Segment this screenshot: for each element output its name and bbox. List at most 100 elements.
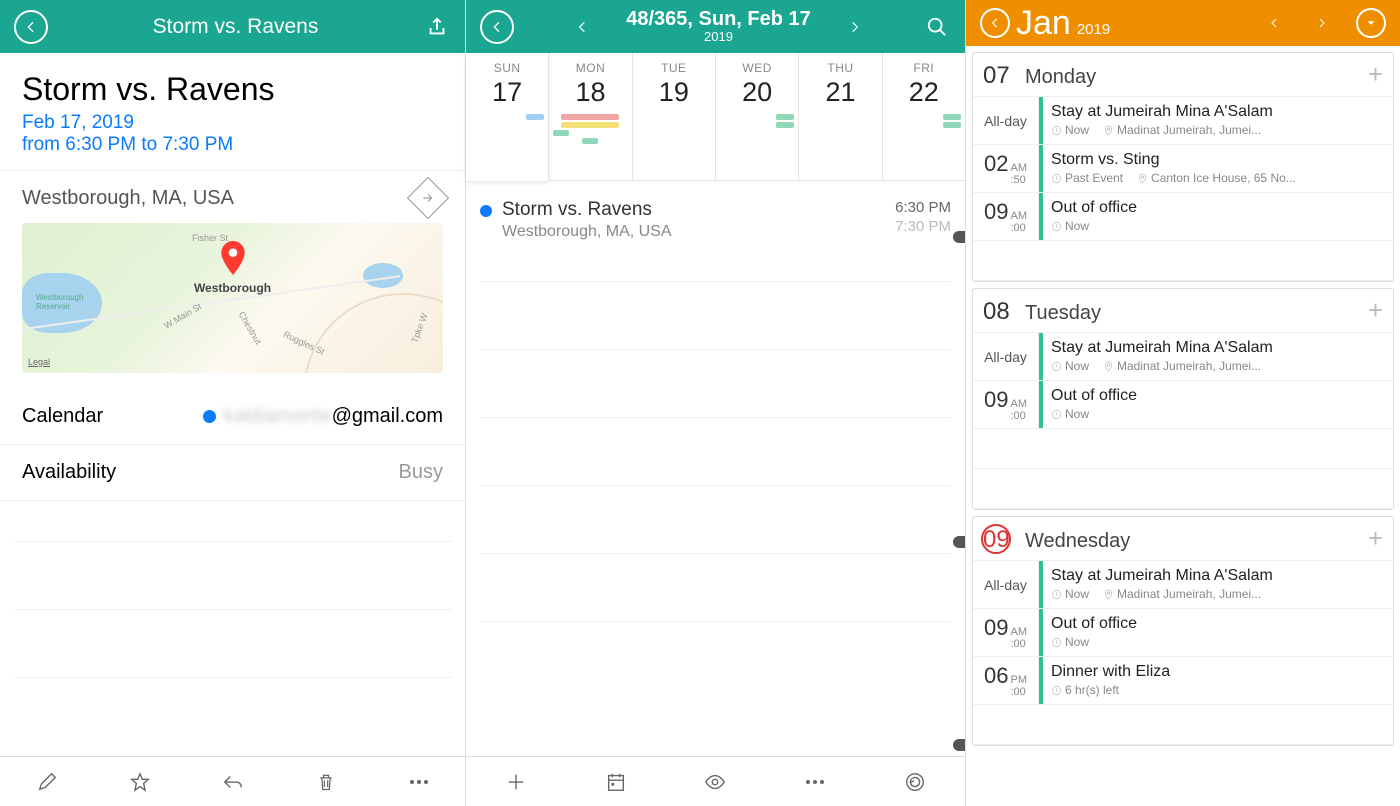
day-header: 48/365, Sun, Feb 17 2019 bbox=[466, 0, 965, 53]
agenda-event-title: Dinner with Eliza bbox=[1051, 663, 1385, 681]
scroll-knob[interactable] bbox=[953, 536, 965, 548]
agenda-header: Jan 2019 bbox=[966, 0, 1400, 46]
add-event-icon[interactable]: + bbox=[1368, 59, 1383, 90]
agenda-meta: Now bbox=[1051, 407, 1089, 421]
day-tab[interactable]: FRI 22 bbox=[883, 53, 965, 180]
map-label: Westborough bbox=[194, 281, 271, 295]
day-of-week: MON bbox=[549, 61, 631, 75]
event-chip bbox=[553, 130, 569, 136]
map-legal-link[interactable]: Legal bbox=[28, 357, 50, 367]
event-color-dot bbox=[480, 205, 492, 217]
agenda-day-name: Wednesday bbox=[1025, 530, 1356, 553]
day-event-row[interactable]: Storm vs. Ravens Westborough, MA, USA 6:… bbox=[466, 181, 965, 241]
dropdown-icon[interactable] bbox=[1356, 8, 1386, 38]
day-number: 19 bbox=[633, 77, 715, 108]
week-day-tabs: SUN17MON18TUE 19WED20THU21FRI 22 bbox=[466, 53, 965, 181]
day-event-end: 7:30 PM bbox=[895, 218, 951, 235]
trash-icon[interactable] bbox=[312, 768, 340, 796]
day-of-week: FRI bbox=[883, 61, 965, 75]
eye-icon[interactable] bbox=[701, 768, 729, 796]
day-tab[interactable]: THU21 bbox=[799, 53, 882, 180]
agenda-event-row[interactable]: 09AM:00Out of officeNow bbox=[973, 609, 1393, 657]
add-event-icon[interactable]: + bbox=[1368, 523, 1383, 554]
agenda-meta: Past Event bbox=[1051, 171, 1123, 185]
agenda-time: 09AM:00 bbox=[973, 193, 1039, 240]
more-icon[interactable] bbox=[801, 768, 829, 796]
more-icon[interactable] bbox=[405, 768, 433, 796]
agenda-day-group: 09 Wednesday + All-day Stay at Jumeirah Mina… bbox=[972, 516, 1394, 746]
day-number: 17 bbox=[466, 77, 548, 108]
add-event-icon[interactable]: + bbox=[1368, 295, 1383, 326]
agenda-time: All-day bbox=[973, 97, 1039, 144]
prev-month-icon[interactable] bbox=[1260, 9, 1288, 37]
edit-icon[interactable] bbox=[33, 768, 61, 796]
agenda-event-row[interactable]: All-day Stay at Jumeirah Mina A'Salam Now M… bbox=[973, 333, 1393, 381]
calendar-icon[interactable] bbox=[602, 768, 630, 796]
agenda-meta: Canton Ice House, 65 No... bbox=[1137, 171, 1296, 185]
day-of-week: TUE bbox=[633, 61, 715, 75]
event-header: Storm vs. Ravens bbox=[0, 0, 465, 53]
event-chip bbox=[561, 122, 619, 128]
directions-icon[interactable] bbox=[407, 177, 449, 219]
availability-row[interactable]: Availability Busy bbox=[0, 445, 465, 501]
next-month-icon[interactable] bbox=[1308, 9, 1336, 37]
day-event-location: Westborough, MA, USA bbox=[502, 223, 672, 241]
agenda-day-name: Tuesday bbox=[1025, 302, 1356, 325]
agenda-list: 07 Monday + All-day Stay at Jumeirah Mina A'… bbox=[966, 46, 1400, 806]
add-icon[interactable] bbox=[502, 768, 530, 796]
map-preview[interactable]: Fisher St W Main St Chestnut Ruggles St … bbox=[22, 223, 443, 373]
search-icon[interactable] bbox=[923, 13, 951, 41]
agenda-event-title: Out of office bbox=[1051, 199, 1385, 217]
agenda-day-group: 07 Monday + All-dayStay at Jumeirah Mina A'… bbox=[972, 52, 1394, 282]
day-tab[interactable]: TUE 19 bbox=[633, 53, 716, 180]
day-event-name: Storm vs. Ravens bbox=[502, 199, 672, 221]
agenda-meta: Now bbox=[1051, 359, 1089, 373]
calendar-color-dot bbox=[203, 410, 216, 423]
scroll-knob[interactable] bbox=[953, 739, 965, 751]
share-icon[interactable] bbox=[423, 13, 451, 41]
day-number: 22 bbox=[883, 77, 965, 108]
agenda-year: 2019 bbox=[1077, 21, 1110, 38]
day-year: 2019 bbox=[626, 30, 811, 44]
day-tab[interactable]: MON18 bbox=[549, 53, 632, 180]
agenda-day-group: 08Tuesday+All-dayStay at Jumeirah Mina A… bbox=[972, 288, 1394, 510]
agenda-event-row[interactable]: All-dayStay at Jumeirah Mina A'SalamNowM… bbox=[973, 97, 1393, 145]
agenda-event-row[interactable]: All-dayStay at Jumeirah Mina A'SalamNowM… bbox=[973, 561, 1393, 609]
agenda-event-row[interactable]: 06PM:00Dinner with Eliza6 hr(s) left bbox=[973, 657, 1393, 705]
star-icon[interactable] bbox=[126, 768, 154, 796]
back-button[interactable] bbox=[480, 10, 514, 44]
agenda-time: All-day bbox=[973, 561, 1039, 608]
agenda-day-number: 09 bbox=[983, 526, 1013, 554]
next-day-icon[interactable] bbox=[841, 13, 869, 41]
event-chip bbox=[526, 114, 544, 120]
event-time: from 6:30 PM to 7:30 PM bbox=[0, 134, 465, 171]
reply-icon[interactable] bbox=[219, 768, 247, 796]
agenda-event-row[interactable]: 02AM:50Storm vs. StingPast EventCanton I… bbox=[973, 145, 1393, 193]
day-tab[interactable]: WED20 bbox=[716, 53, 799, 180]
agenda-event-title: Out of office bbox=[1051, 615, 1385, 633]
event-title: Storm vs. Ravens bbox=[0, 53, 465, 108]
agenda-time: 09AM:00 bbox=[973, 381, 1039, 428]
day-of-week: WED bbox=[716, 61, 798, 75]
agenda-day-number: 07 bbox=[983, 62, 1013, 90]
agenda-meta: Madinat Jumeirah, Jumei... bbox=[1103, 359, 1261, 373]
scroll-knob[interactable] bbox=[953, 231, 965, 243]
availability-value: Busy bbox=[399, 461, 443, 484]
prev-day-icon[interactable] bbox=[568, 13, 596, 41]
refresh-icon[interactable] bbox=[901, 768, 929, 796]
agenda-time: 06PM:00 bbox=[973, 657, 1039, 704]
agenda-event-title: Stay at Jumeirah Mina A'Salam bbox=[1051, 567, 1385, 585]
agenda-event-title: Stay at Jumeirah Mina A'Salam bbox=[1051, 339, 1385, 357]
agenda-event-row[interactable]: 09AM:00Out of officeNow bbox=[973, 193, 1393, 241]
calendar-row[interactable]: Calendar kaldiamonte@gmail.com bbox=[0, 389, 465, 445]
agenda-event-title: Out of office bbox=[1051, 387, 1385, 405]
agenda-day-name: Monday bbox=[1025, 66, 1356, 89]
agenda-event-row[interactable]: 09AM:00 Out of office Now bbox=[973, 381, 1393, 429]
location-row[interactable]: Westborough, MA, USA bbox=[0, 171, 465, 219]
day-of-week: THU bbox=[799, 61, 881, 75]
agenda-meta: Now bbox=[1051, 587, 1089, 601]
back-button[interactable] bbox=[14, 10, 48, 44]
back-button[interactable] bbox=[980, 8, 1010, 38]
agenda-time: All-day bbox=[973, 333, 1039, 380]
day-tab[interactable]: SUN17 bbox=[466, 53, 549, 181]
